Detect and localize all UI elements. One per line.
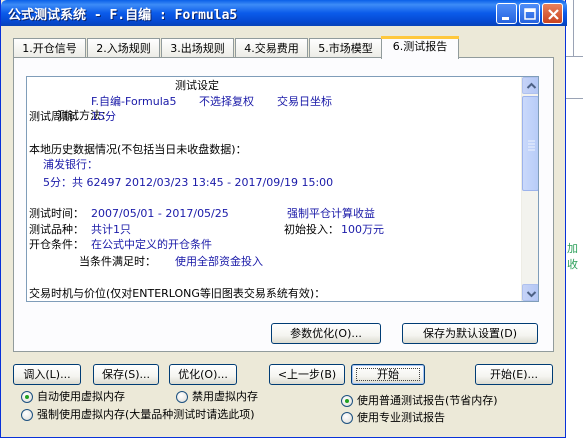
radio-label: 强制使用虚拟内存(大量品种测试时请选此项) [37,408,255,421]
vertical-scrollbar[interactable] [521,77,538,301]
parameter-optimize-button[interactable]: 参数优化(O)... [271,323,381,344]
radio-label: 使用专业测试报告 [357,411,445,424]
force-close: 强制平仓计算收益 [287,207,375,220]
tab-market-model[interactable]: 5.市场模型 [309,38,382,58]
when-label: 当条件满足时： [79,255,156,268]
period-value: 15分 [91,110,116,123]
time-value: 2007/05/01 - 2017/05/25 [91,207,229,220]
tab-exit-rules[interactable]: 3.出场规则 [161,38,234,58]
tab-open-signal[interactable]: 1.开仓信号 [13,38,86,58]
history-header: 本地历史数据情况(不包括当日未收盘数据)： [29,143,247,156]
scroll-up-icon [526,82,537,89]
minimize-button[interactable] [496,3,517,24]
tab-label: 2.入场规则 [96,42,151,55]
button-label: 优化(O)... [178,368,228,381]
button-label: 开始(E)... [489,368,539,381]
background-grid-line [566,98,583,99]
scroll-down-button[interactable] [522,284,538,301]
start-button[interactable]: 开始 [351,364,425,385]
radio-unselected-icon [341,412,353,424]
tab-label: 1.开仓信号 [22,42,77,55]
when-value: 使用全部资金投入 [175,255,263,268]
tab-label: 5.市场模型 [318,42,373,55]
load-button[interactable]: 调入(L)... [13,364,81,385]
radio-label: 使用普通测试报告(节省内存) [357,394,498,407]
button-label: 保存(S)... [101,368,151,381]
button-label: 调入(L)... [23,368,71,381]
save-button[interactable]: 保存(S)... [93,364,159,385]
radio-selected-icon [21,391,33,403]
tab-test-report[interactable]: 6.测试报告 [381,36,459,59]
initial-value: 100万元 [341,223,384,236]
period-label: 测试周期： [29,110,84,123]
save-default-button[interactable]: 保存为默认设置(D) [402,323,538,344]
scroll-up-button[interactable] [522,77,538,94]
radio-label: 禁用虚拟内存 [192,390,258,403]
background-grid-line [573,0,574,57]
scroll-down-icon [526,291,537,298]
report-content: 测试设定 测试方法： F.自编-Formula5 不选择复权 交易日坐标 测试周… [29,77,523,301]
scroll-thumb[interactable] [522,96,538,191]
tab-entry-rules[interactable]: 2.入场规则 [87,38,160,58]
optimize-button[interactable]: 优化(O)... [169,364,237,385]
open-value: 在公式中定义的开仓条件 [91,238,212,251]
background-grid-line [566,56,583,57]
variety-label: 测试品种： [29,223,84,236]
button-label: 开始 [377,368,399,381]
formula-test-window: 公式测试系统 - F.自编 : Formula5 1.开仓信号 2.入场规则 3… [0,0,567,438]
close-button[interactable] [542,3,563,24]
history-stock: 浦发银行： [43,158,98,171]
report-heading: 测试设定 [175,79,219,92]
button-label: 保存为默认设置(D) [422,327,518,340]
tab-label: 4.交易费用 [244,42,299,55]
button-label: 上一步(B) [287,368,337,381]
button-label: 参数优化(O)... [290,327,362,340]
maximize-button[interactable] [519,3,540,24]
maximize-icon [524,8,536,20]
tab-trading-fees[interactable]: 4.交易费用 [235,38,308,58]
variety-value: 共计1只 [91,223,131,236]
tab-label: 3.出场规则 [170,42,225,55]
method-axis: 交易日坐标 [277,95,332,108]
background-text-fragment: 加收 [567,242,578,271]
begin-button[interactable]: 开始(E)... [475,364,553,385]
grip-icon [528,140,535,151]
window-title: 公式测试系统 - F.自编 : Formula5 [8,8,238,23]
initial-label: 初始投入： [284,223,339,236]
history-range: 5分：共 62497 2012/03/23 13:45 - 2017/09/19… [43,176,334,189]
method-formula: F.自编-Formula5 [91,95,177,108]
radio-selected-icon [341,395,353,407]
tab-label: 6.测试报告 [392,40,448,53]
timing-header: 交易时机与价位(仅对ENTERLONG等旧图表交易系统有效)： [29,287,326,300]
title-bar[interactable]: 公式测试系统 - F.自编 : Formula5 [1,0,567,26]
radio-label: 自动使用虚拟内存 [37,390,125,403]
minimize-icon [502,17,509,20]
report-text-area[interactable]: 测试设定 测试方法： F.自编-Formula5 不选择复权 交易日坐标 测试周… [26,76,539,302]
close-icon [548,9,559,20]
previous-step-button[interactable]: <上一步(B) [269,364,345,385]
open-label: 开仓条件： [29,238,84,251]
time-label: 测试时间： [29,207,84,220]
method-rights: 不选择复权 [199,95,254,108]
previous-arrow-icon: < [277,368,288,381]
radio-unselected-icon [176,391,188,403]
radio-unselected-icon [21,409,33,421]
